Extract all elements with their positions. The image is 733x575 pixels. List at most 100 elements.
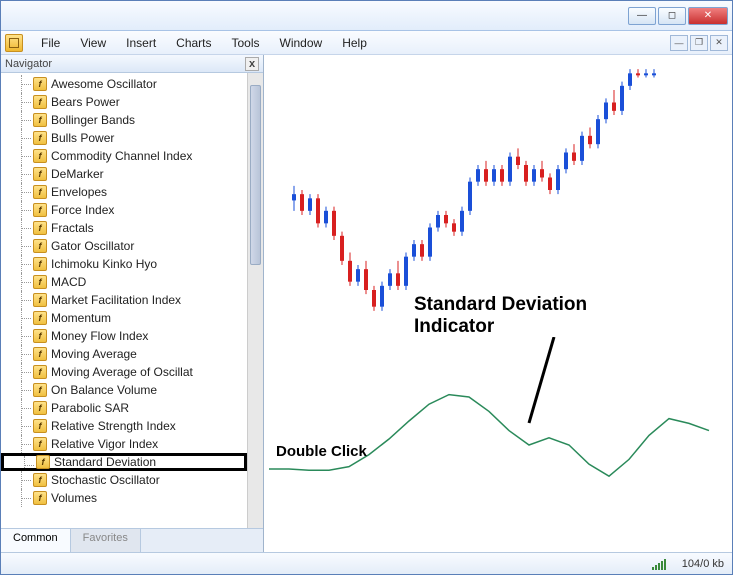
workspace: Navigator x f Awesome Oscillator f Bears Po… [1,55,732,552]
indicator-item[interactable]: fDeMarker [1,165,247,183]
menu-view[interactable]: View [70,33,116,53]
navigator-panel: Navigator x f Awesome Oscillator f Bears Po… [1,55,264,552]
indicator-label: Envelopes [51,185,107,199]
function-icon: f [33,383,47,397]
indicator-label: MACD [51,275,86,289]
navigator-header: Navigator x [1,55,263,73]
titlebar[interactable]: — ◻ ✕ [1,1,732,31]
indicator-label: Awesome Oscillator [51,77,157,91]
annotation-title-line2: Indicator [414,316,494,338]
indicator-item[interactable]: f Relative Strength Index [1,417,247,435]
function-icon: f [33,95,47,109]
function-icon: f [33,311,47,325]
indicator-label: Force Index [51,203,114,217]
navigator-tab-common[interactable]: Common [1,529,71,552]
indicator-item[interactable]: f Bollinger Bands [1,111,247,129]
mdi-restore-button[interactable]: ❐ [690,35,708,51]
annotation-action: Double Click [276,443,367,460]
indicator-label: Ichimoku Kinko Hyo [51,257,157,271]
menu-insert[interactable]: Insert [116,33,166,53]
indicator-label: Gator Oscillator [51,239,134,253]
indicator-item[interactable]: fStochastic Oscillator [1,471,247,489]
indicator-item[interactable]: f Market Facilitation Index [1,291,247,309]
menu-charts[interactable]: Charts [166,33,221,53]
navigator-tree[interactable]: f Awesome Oscillator f Bears Power f Bollinge… [1,73,247,528]
indicator-label: Stochastic Oscillator [51,473,160,487]
function-icon: f [33,401,47,415]
mdi-minimize-button[interactable]: — [670,35,688,51]
indicator-item[interactable]: f Volumes [1,489,247,507]
indicator-item[interactable]: fMoney Flow Index [1,327,247,345]
mdi-close-button[interactable]: ✕ [710,35,728,51]
function-icon: f [33,167,47,181]
navigator-tree-wrap: f Awesome Oscillator f Bears Power f Bollinge… [1,73,263,528]
indicator-item[interactable]: fBulls Power [1,129,247,147]
navigator-scrollbar[interactable] [247,73,263,528]
function-icon: f [33,221,47,235]
indicator-label: Market Facilitation Index [51,293,181,307]
indicator-label: Relative Strength Index [51,419,176,433]
indicator-item[interactable]: fMomentum [1,309,247,327]
indicator-item[interactable]: f On Balance Volume [1,381,247,399]
indicator-label: Fractals [51,221,94,235]
window-close-button[interactable]: ✕ [688,7,728,25]
indicator-label: Moving Average of Oscillat [51,365,193,379]
navigator-title: Navigator [5,58,52,70]
annotation-title-line1: Standard Deviation [414,294,587,316]
indicator-label: Bollinger Bands [51,113,135,127]
app-window: — ◻ ✕ File View Insert Charts Tools Wind… [0,0,733,575]
indicator-item[interactable]: f Envelopes [1,183,247,201]
function-icon: f [33,185,47,199]
navigator-tabs: Common Favorites [1,528,263,552]
function-icon: f [33,419,47,433]
mdi-controls: — ❐ ✕ [670,35,732,51]
indicator-item[interactable]: f Gator Oscillator [1,237,247,255]
function-icon: f [33,491,47,505]
function-icon: f [33,203,47,217]
indicator-label: Volumes [51,491,97,505]
indicator-item[interactable]: f Moving Average of Oscillat [1,363,247,381]
indicator-label: Bulls Power [51,131,114,145]
function-icon: f [36,455,50,469]
menu-window[interactable]: Window [270,33,333,53]
indicator-label: Money Flow Index [51,329,148,343]
menu-help[interactable]: Help [332,33,377,53]
indicator-item[interactable]: fMoving Average [1,345,247,363]
indicator-item[interactable]: fIchimoku Kinko Hyo [1,255,247,273]
function-icon: f [33,293,47,307]
indicator-label: On Balance Volume [51,383,157,397]
function-icon: f [33,365,47,379]
indicator-label: Standard Deviation [54,455,156,469]
indicator-label: Bears Power [51,95,120,109]
statusbar: 104/0 kb [1,552,732,574]
navigator-close-button[interactable]: x [245,57,259,71]
annotation-arrow-line [524,337,564,427]
menu-file[interactable]: File [31,33,70,53]
menu-tools[interactable]: Tools [222,33,270,53]
indicator-label: Parabolic SAR [51,401,129,415]
window-minimize-button[interactable]: — [628,7,656,25]
indicator-item[interactable]: fCommodity Channel Index [1,147,247,165]
indicator-item[interactable]: f Standard Deviation [1,453,247,471]
indicator-item[interactable]: f Awesome Oscillator [1,75,247,93]
indicator-item[interactable]: f Bears Power [1,93,247,111]
function-icon: f [33,239,47,253]
indicator-item[interactable]: f Fractals [1,219,247,237]
status-traffic: 104/0 kb [682,558,724,570]
function-icon: f [33,437,47,451]
navigator-tab-favorites[interactable]: Favorites [71,529,141,552]
indicator-item[interactable]: f Parabolic SAR [1,399,247,417]
indicator-label: Relative Vigor Index [51,437,158,451]
chart-area[interactable]: Standard Deviation Indicator Double Clic… [264,55,732,552]
navigator-scrollbar-thumb[interactable] [250,85,261,265]
function-icon: f [33,77,47,91]
window-maximize-button[interactable]: ◻ [658,7,686,25]
function-icon: f [33,113,47,127]
menubar: File View Insert Charts Tools Window Hel… [1,31,732,55]
indicator-item[interactable]: fMACD [1,273,247,291]
indicator-label: Moving Average [51,347,137,361]
indicator-item[interactable]: f Relative Vigor Index [1,435,247,453]
function-icon: f [33,149,47,163]
app-icon [5,34,23,52]
indicator-item[interactable]: f Force Index [1,201,247,219]
